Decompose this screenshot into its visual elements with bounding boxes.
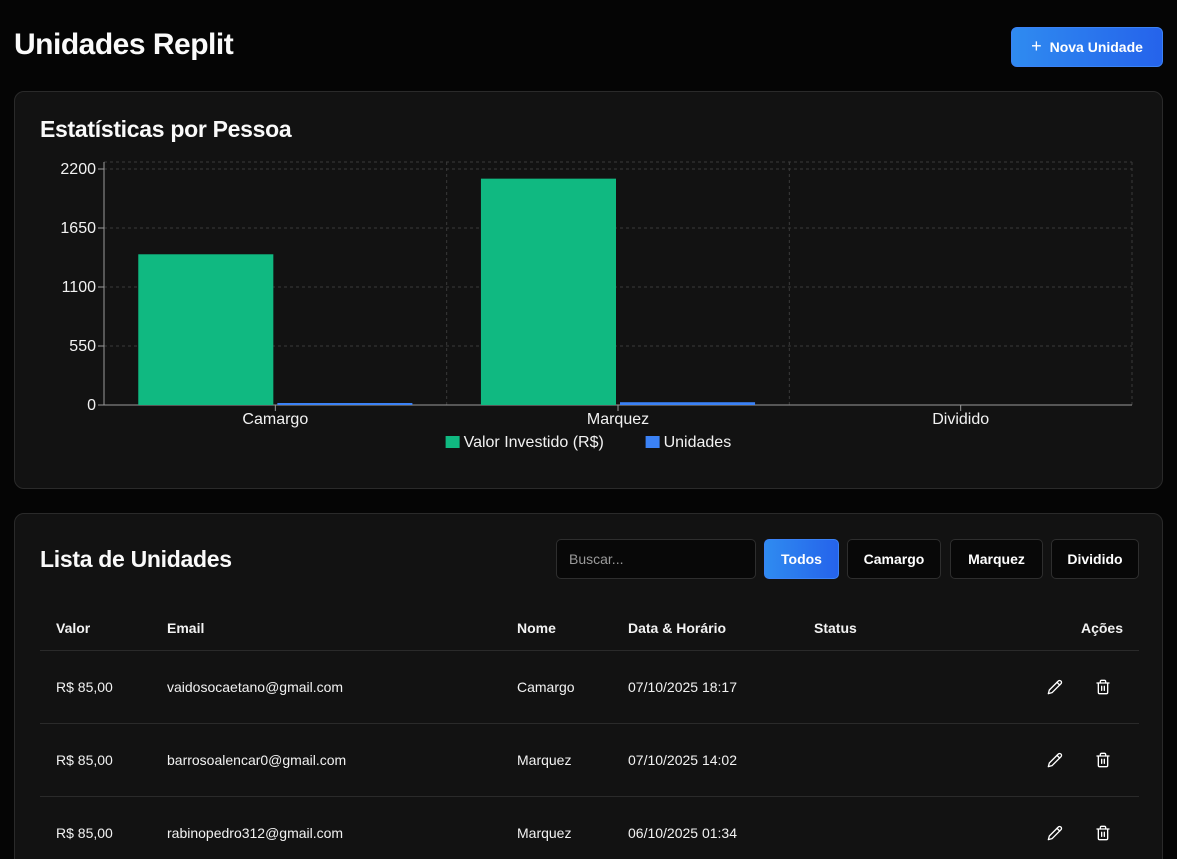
bar (277, 403, 413, 405)
row-data: 07/10/2025 18:17 (628, 679, 737, 695)
table-row[interactable]: R$ 85,00 rabinopedro312@gmail.com Marque… (40, 797, 1139, 859)
x-tick-label: Dividido (932, 411, 989, 428)
new-unit-label: Nova Unidade (1049, 39, 1143, 55)
legend-swatch (445, 436, 460, 448)
row-data: 06/10/2025 01:34 (628, 825, 737, 841)
edit-icon[interactable] (1045, 823, 1065, 843)
col-valor[interactable]: Valor (56, 620, 90, 636)
page-title: Unidades Replit (14, 28, 234, 61)
bar (620, 402, 756, 405)
col-status[interactable]: Status (814, 620, 857, 636)
legend-swatch (645, 436, 660, 448)
filter-todos-button[interactable]: Todos (764, 539, 839, 579)
row-data: 07/10/2025 14:02 (628, 752, 737, 768)
filter-camargo-button[interactable]: Camargo (847, 539, 941, 579)
row-email: rabinopedro312@gmail.com (167, 825, 344, 841)
row-valor: R$ 85,00 (56, 825, 113, 841)
bar (480, 178, 616, 405)
row-valor: R$ 85,00 (56, 752, 113, 768)
trash-icon[interactable] (1093, 677, 1113, 697)
trash-icon[interactable] (1093, 750, 1113, 770)
list-title: Lista de Unidades (40, 546, 232, 572)
row-nome: Camargo (517, 679, 575, 695)
y-tick-label: 2200 (60, 161, 96, 178)
x-tick-label: Marquez (587, 411, 649, 428)
filter-marquez-button[interactable]: Marquez (950, 539, 1043, 579)
col-nome[interactable]: Nome (517, 620, 556, 636)
new-unit-button[interactable]: + Nova Unidade (1011, 27, 1163, 67)
col-acoes: Ações (1080, 620, 1123, 636)
y-tick-label: 0 (87, 397, 96, 414)
row-email: barrosoalencar0@gmail.com (167, 752, 347, 768)
x-tick-label: Camargo (242, 411, 308, 428)
col-email[interactable]: Email (167, 620, 204, 636)
y-tick-label: 1650 (60, 220, 96, 237)
row-nome: Marquez (517, 752, 572, 768)
y-tick-label: 1100 (62, 279, 97, 296)
trash-icon[interactable] (1093, 823, 1113, 843)
row-valor: R$ 85,00 (56, 679, 113, 695)
legend-label: Unidades (664, 434, 732, 451)
y-tick-label: 550 (69, 338, 96, 355)
row-email: vaidosocaetano@gmail.com (167, 679, 344, 695)
row-nome: Marquez (517, 825, 572, 841)
table-header: Valor Email Nome Data & Horário Status A… (40, 606, 1139, 651)
stats-card: Estatísticas por Pessoa 0 550 1100 1650 2200… (14, 91, 1163, 489)
edit-icon[interactable] (1045, 677, 1065, 697)
plus-icon: + (1031, 36, 1042, 56)
filter-dividido-button[interactable]: Dividido (1051, 539, 1139, 579)
col-data[interactable]: Data & Horário (628, 620, 726, 636)
stats-chart: 0 550 1100 1650 2200 Camargo Marquez Dividido Va… (60, 161, 1133, 451)
legend-label: Valor Investido (R$) (464, 434, 604, 451)
edit-icon[interactable] (1045, 750, 1065, 770)
table-row[interactable]: R$ 85,00 barrosoalencar0@gmail.com Marqu… (40, 724, 1139, 797)
table-row[interactable]: R$ 85,00 vaidosocaetano@gmail.com Camarg… (40, 651, 1139, 724)
units-list-card: Lista de Unidades Todos Camargo Marquez … (14, 513, 1163, 859)
bar (138, 254, 274, 405)
search-input[interactable] (556, 539, 756, 579)
